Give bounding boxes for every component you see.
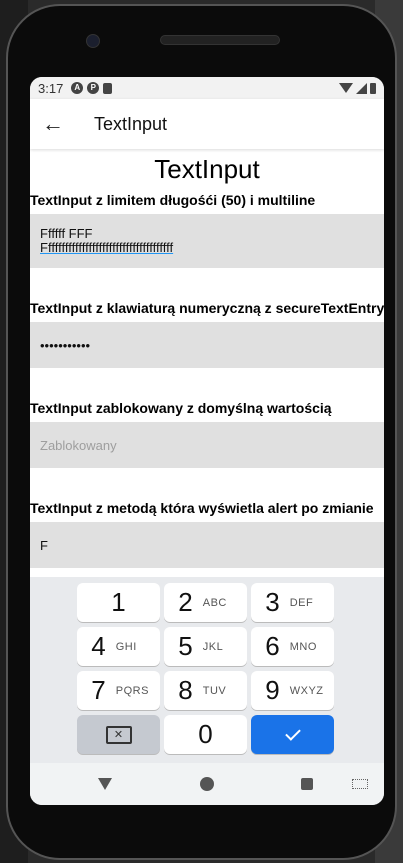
key-1[interactable]: 1 (77, 583, 160, 622)
input-value: Zablokowany (40, 437, 117, 453)
input-value: F (40, 537, 48, 553)
key-0[interactable]: 0 (164, 715, 247, 754)
wifi-icon (339, 83, 353, 93)
multiline-input[interactable]: Ffffff FFF Fffffffffffffffffffffffffffff… (30, 214, 384, 268)
key-6[interactable]: 6 MNO (251, 627, 334, 666)
secure-number-input[interactable]: ••••••••••• (30, 322, 384, 368)
numeric-keyboard: 1 2 ABC 3 DEF 4 GHI 5 JKL 6 MNO 7 PQRS 8 TUV 9W… (30, 577, 384, 763)
done-key[interactable] (251, 715, 334, 754)
section-secure: TextInput z klawiaturą numeryczną z secu… (30, 300, 384, 368)
status-bar: 3:17 A P (30, 77, 384, 99)
page-title: TextInput (154, 154, 260, 184)
section-label: TextInput z klawiaturą numeryczną z secu… (30, 300, 384, 316)
section-label: TextInput zablokowany z domyślną wartośc… (30, 400, 332, 416)
keyboard-switch-icon[interactable] (352, 779, 368, 789)
checkmark-icon (284, 725, 301, 741)
alert-input[interactable]: F (30, 522, 384, 568)
battery-icon (370, 82, 376, 94)
key-3[interactable]: 3 DEF (251, 583, 334, 622)
camera-icon (86, 34, 100, 48)
recents-square-icon[interactable] (301, 778, 313, 790)
section-multiline: TextInput z limitem długośći (50) i mult… (30, 192, 384, 268)
arrow-left-icon[interactable]: ← (30, 111, 76, 137)
content: TextInput TextInput z limitem długośći (… (30, 149, 384, 579)
key-5[interactable]: 5 JKL (164, 627, 247, 666)
section-alert: TextInput z metodą która wyświetla alert… (30, 500, 384, 568)
a-icon: A (71, 82, 84, 94)
signal-icon (356, 82, 367, 94)
input-value-line2: Ffffffffffffffffffffffffffffffffffffff (40, 240, 174, 255)
p-icon: P (87, 82, 100, 94)
key-4[interactable]: 4 GHI (77, 627, 160, 666)
key-8[interactable]: 8 TUV (164, 671, 247, 710)
disabled-input: Zablokowany (30, 422, 384, 468)
app-bar-title: TextInput (94, 113, 168, 134)
phone-frame: 3:17 A P ← TextInput TextInput TextInput… (6, 4, 397, 860)
back-triangle-icon[interactable] (98, 778, 112, 790)
screen: 3:17 A P ← TextInput TextInput TextInput… (30, 77, 384, 805)
input-value: ••••••••••• (40, 337, 91, 353)
section-label: TextInput z metodą która wyświetla alert… (30, 500, 374, 516)
backspace-icon: ✕ (105, 725, 132, 744)
input-value-line1: Ffffff FFF (40, 226, 93, 241)
sd-card-icon (103, 82, 113, 94)
delete-key[interactable]: ✕ (77, 715, 160, 754)
app-bar: ← TextInput (30, 99, 384, 149)
section-label: TextInput z limitem długośći (50) i mult… (30, 192, 316, 208)
navigation-bar (30, 763, 384, 805)
key-9[interactable]: 9 WXYZ (251, 671, 334, 710)
key-7[interactable]: 7 PQRS (77, 671, 160, 710)
status-time: 3:17 (38, 80, 64, 96)
home-circle-icon[interactable] (200, 777, 214, 791)
key-2[interactable]: 2 ABC (164, 583, 247, 622)
speaker-grille (160, 35, 280, 45)
section-disabled: TextInput zablokowany z domyślną wartośc… (30, 400, 384, 468)
